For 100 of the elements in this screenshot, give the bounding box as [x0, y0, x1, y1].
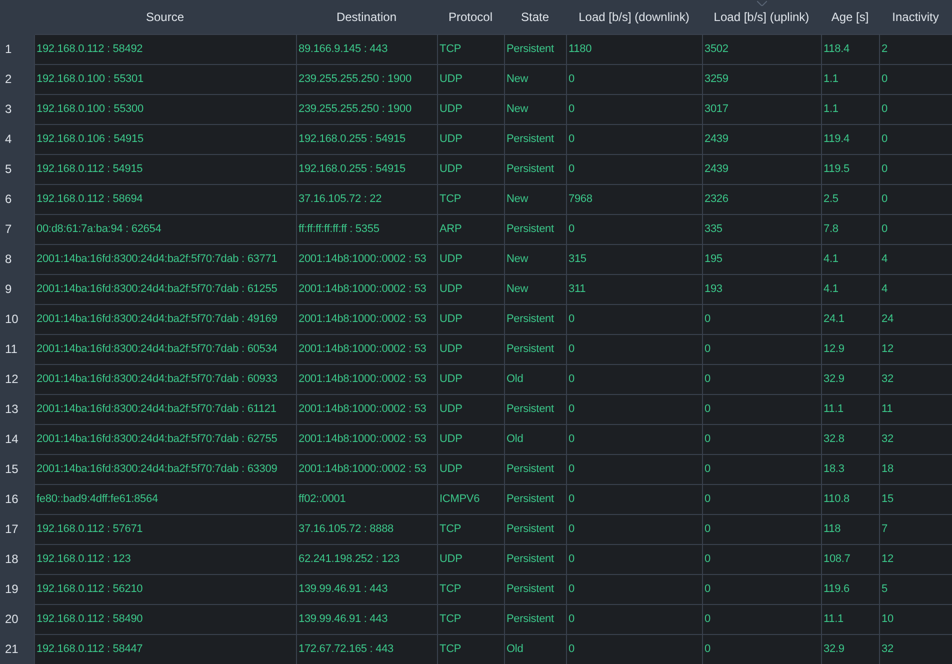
table-cell: 7.8	[821, 214, 879, 244]
table-cell: 2001:14ba:16fd:8300:24d4:ba2f:5f70:7dab : 49169	[34, 304, 296, 334]
table-cell: 1.1	[821, 64, 879, 94]
row-number: 21	[0, 634, 34, 664]
table-cell: 0	[879, 154, 952, 184]
table-cell: 192.168.0.100 : 55300	[34, 94, 296, 124]
table-cell: UDP	[437, 304, 504, 334]
table-cell: Persistent	[504, 454, 566, 484]
row-number: 1	[0, 34, 34, 64]
table-cell: 139.99.46.91 : 443	[296, 604, 437, 634]
table-cell: 0	[566, 64, 702, 94]
table-cell: TCP	[437, 514, 504, 544]
table-cell: Persistent	[504, 394, 566, 424]
row-number: 15	[0, 454, 34, 484]
table-cell: 12.9	[821, 334, 879, 364]
table-cell: 2.5	[821, 184, 879, 214]
table-cell: 3259	[702, 64, 821, 94]
table-cell: 118.4	[821, 34, 879, 64]
table-cell: 119.5	[821, 154, 879, 184]
table-cell: ff:ff:ff:ff:ff:ff : 5355	[296, 214, 437, 244]
table-cell: 18.3	[821, 454, 879, 484]
table-cell: 0	[566, 154, 702, 184]
table-cell: Old	[504, 424, 566, 454]
table-cell: 0	[566, 574, 702, 604]
table-cell: 0	[566, 364, 702, 394]
row-number: 6	[0, 184, 34, 214]
table-cell: 2001:14ba:16fd:8300:24d4:ba2f:5f70:7dab : 61121	[34, 394, 296, 424]
table-cell: TCP	[437, 604, 504, 634]
table-cell: 0	[566, 454, 702, 484]
table-cell: 192.168.0.112 : 123	[34, 544, 296, 574]
table-cell: UDP	[437, 454, 504, 484]
table-cell: 239.255.255.250 : 1900	[296, 64, 437, 94]
table-cell: 0	[879, 64, 952, 94]
column-header[interactable]: Protocol	[437, 0, 504, 34]
table-cell: 192.168.0.255 : 54915	[296, 154, 437, 184]
column-header[interactable]: Age [s]	[821, 0, 879, 34]
table-cell: 1180	[566, 34, 702, 64]
table-cell: 2001:14ba:16fd:8300:24d4:ba2f:5f70:7dab : 63771	[34, 244, 296, 274]
column-header[interactable]: Load [b/s] (uplink)	[702, 0, 821, 34]
table-cell: 32.8	[821, 424, 879, 454]
table-cell: 15	[879, 484, 952, 514]
table-cell: TCP	[437, 34, 504, 64]
table-cell: 7968	[566, 184, 702, 214]
table-cell: 1.1	[821, 94, 879, 124]
table-cell: UDP	[437, 154, 504, 184]
row-number: 14	[0, 424, 34, 454]
table-cell: 0	[702, 424, 821, 454]
table-cell: 2439	[702, 124, 821, 154]
table-cell: UDP	[437, 64, 504, 94]
table-cell: 2001:14b8:1000::0002 : 53	[296, 454, 437, 484]
column-header[interactable]: Source	[34, 0, 296, 34]
row-number: 19	[0, 574, 34, 604]
table-cell: 2001:14b8:1000::0002 : 53	[296, 364, 437, 394]
table-cell: 0	[879, 184, 952, 214]
table-cell: UDP	[437, 124, 504, 154]
table-cell: 3017	[702, 94, 821, 124]
table-cell: Persistent	[504, 574, 566, 604]
table-cell: 192.168.0.255 : 54915	[296, 124, 437, 154]
table-cell: New	[504, 274, 566, 304]
table-cell: 10	[879, 604, 952, 634]
table-cell: UDP	[437, 424, 504, 454]
table-cell: 24.1	[821, 304, 879, 334]
column-header[interactable]: Load [b/s] (downlink)	[566, 0, 702, 34]
table-cell: UDP	[437, 364, 504, 394]
table-cell: 172.67.72.165 : 443	[296, 634, 437, 664]
row-number: 16	[0, 484, 34, 514]
table-cell: 2001:14b8:1000::0002 : 53	[296, 274, 437, 304]
table-cell: 0	[702, 484, 821, 514]
table-cell: 2001:14b8:1000::0002 : 53	[296, 304, 437, 334]
table-cell: Persistent	[504, 514, 566, 544]
table-cell: 0	[566, 124, 702, 154]
column-header[interactable]: Inactivity	[879, 0, 952, 34]
table-cell: 0	[566, 634, 702, 664]
row-number: 3	[0, 94, 34, 124]
table-cell: 32	[879, 424, 952, 454]
table-cell: 0	[879, 124, 952, 154]
row-number: 10	[0, 304, 34, 334]
table-cell: Persistent	[504, 334, 566, 364]
table-cell: Persistent	[504, 34, 566, 64]
column-header[interactable]: Destination	[296, 0, 437, 34]
table-cell: 2001:14ba:16fd:8300:24d4:ba2f:5f70:7dab : 60933	[34, 364, 296, 394]
table-cell: 11	[879, 394, 952, 424]
row-number: 11	[0, 334, 34, 364]
column-header[interactable]: State	[504, 0, 566, 34]
table-cell: ICMPV6	[437, 484, 504, 514]
table-cell: 32.9	[821, 634, 879, 664]
table-cell: fe80::bad9:4dff:fe61:8564	[34, 484, 296, 514]
table-cell: 37.16.105.72 : 8888	[296, 514, 437, 544]
table-cell: 2001:14ba:16fd:8300:24d4:ba2f:5f70:7dab : 61255	[34, 274, 296, 304]
table-cell: TCP	[437, 634, 504, 664]
row-number: 17	[0, 514, 34, 544]
table-cell: 192.168.0.112 : 57671	[34, 514, 296, 544]
table-cell: ARP	[437, 214, 504, 244]
table-cell: 0	[566, 484, 702, 514]
table-cell: 0	[566, 94, 702, 124]
table-cell: 192.168.0.112 : 58694	[34, 184, 296, 214]
table-cell: New	[504, 64, 566, 94]
table-cell: 11.1	[821, 604, 879, 634]
table-cell: Old	[504, 634, 566, 664]
table-cell: Persistent	[504, 304, 566, 334]
